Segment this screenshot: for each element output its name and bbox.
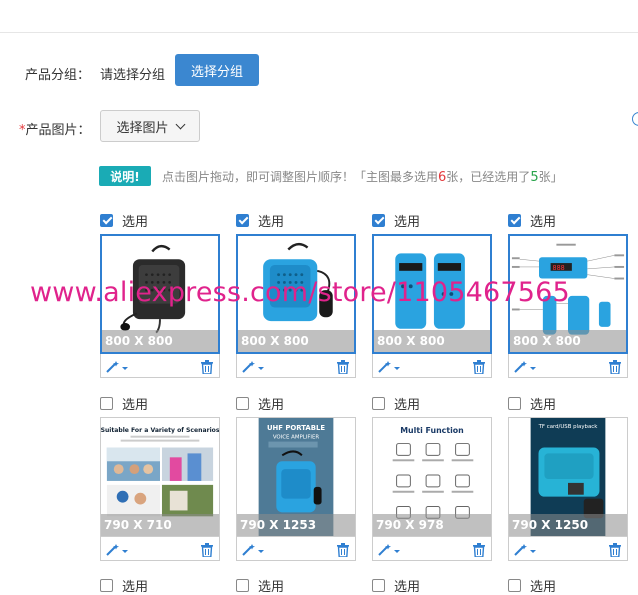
product-image-multi-function[interactable]: Multi Function 790 X 978 (372, 417, 492, 537)
select-checkbox-row[interactable]: 选用 (100, 577, 149, 595)
image-toolbar (100, 537, 220, 561)
magic-wand-icon[interactable] (513, 359, 537, 378)
image-toolbar (372, 354, 492, 378)
select-label: 选用 (530, 397, 557, 413)
image-size-label: 800 X 800 (238, 330, 354, 352)
images-label: *产品图片： (19, 119, 91, 138)
select-images-label: 选择图片 (116, 120, 169, 136)
image-toolbar (236, 537, 356, 561)
select-label: 选用 (122, 579, 149, 595)
magic-wand-icon[interactable] (241, 542, 265, 561)
select-label: 选用 (530, 214, 557, 230)
select-checkbox-row[interactable]: 选用 (508, 577, 557, 595)
image-toolbar (100, 354, 220, 378)
select-images-button[interactable]: 选择图片 (100, 110, 200, 142)
select-checkbox-row[interactable]: 选用 (372, 395, 421, 413)
trash-icon[interactable] (201, 542, 213, 561)
select-label: 选用 (258, 214, 285, 230)
used-count: 5 (530, 170, 539, 185)
notice-part: 张」 (538, 170, 563, 184)
image-toolbar (236, 354, 356, 378)
select-label: 选用 (530, 579, 557, 595)
select-label: 选用 (394, 579, 421, 595)
svg-text:888: 888 (553, 264, 565, 272)
select-checkbox-row[interactable]: 选用 (236, 395, 285, 413)
trash-icon[interactable] (473, 359, 485, 378)
group-placeholder: 请选择分组 (100, 68, 166, 83)
select-label: 选用 (122, 214, 149, 230)
trash-icon[interactable] (609, 542, 621, 561)
image-toolbar (508, 537, 628, 561)
select-checkbox[interactable] (100, 578, 113, 592)
select-checkbox-row[interactable]: 选用 (372, 212, 421, 230)
select-checkbox-row[interactable]: 选用 (236, 212, 285, 230)
select-checkbox[interactable] (236, 578, 249, 592)
magic-wand-icon[interactable] (377, 542, 401, 561)
image-toolbar (372, 537, 492, 561)
watermark: www.aliexpress.com/store/1105467565 (30, 277, 570, 308)
select-checkbox[interactable] (508, 578, 521, 592)
notice-part: 点击图片拖动，即可调整图片顺序！「主图最多选用 (162, 170, 439, 184)
select-checkbox-row[interactable]: 选用 (236, 577, 285, 595)
image-size-label: 790 X 1250 (509, 514, 627, 536)
image-size-label: 790 X 978 (373, 514, 491, 536)
select-checkbox[interactable] (100, 213, 113, 227)
image-size-label: 790 X 710 (101, 514, 219, 536)
magic-wand-icon[interactable] (513, 542, 537, 561)
select-label: 选用 (122, 397, 149, 413)
image-size-label: 800 X 800 (510, 330, 626, 352)
select-checkbox[interactable] (236, 396, 249, 410)
group-label: 产品分组： (25, 68, 91, 83)
images-label-text: 产品图片： (25, 123, 91, 138)
select-checkbox[interactable] (236, 213, 249, 227)
magic-wand-icon[interactable] (105, 359, 129, 378)
svg-text:UHF PORTABLE: UHF PORTABLE (267, 424, 325, 432)
image-size-label: 800 X 800 (102, 330, 218, 352)
product-image-uhf-poster[interactable]: UHF PORTABLE VOICE AMPLIFIER 790 X 1253 (236, 417, 356, 537)
trash-icon[interactable] (337, 542, 349, 561)
select-checkbox-row[interactable]: 选用 (100, 212, 149, 230)
select-label: 选用 (394, 214, 421, 230)
select-checkbox-row[interactable]: 选用 (372, 577, 421, 595)
magic-wand-icon[interactable] (377, 359, 401, 378)
notice-text: 点击图片拖动，即可调整图片顺序！「主图最多选用6张，已经选用了5张」 (162, 168, 563, 185)
select-checkbox[interactable] (372, 213, 385, 227)
select-label: 选用 (258, 579, 285, 595)
trash-icon[interactable] (337, 359, 349, 378)
top-divider (0, 32, 638, 33)
select-group-button[interactable]: 选择分组 (175, 54, 259, 86)
select-checkbox-row[interactable]: 选用 (508, 395, 557, 413)
magic-wand-icon[interactable] (241, 359, 265, 378)
image-size-label: 790 X 1253 (237, 514, 355, 536)
select-label: 选用 (258, 397, 285, 413)
svg-text:VOICE AMPLIFIER: VOICE AMPLIFIER (273, 435, 320, 441)
select-checkbox[interactable] (372, 578, 385, 592)
select-checkbox-row[interactable]: 选用 (508, 212, 557, 230)
magic-wand-icon[interactable] (105, 542, 129, 561)
select-checkbox[interactable] (508, 396, 521, 410)
trash-icon[interactable] (473, 542, 485, 561)
select-checkbox-row[interactable]: 选用 (100, 395, 149, 413)
svg-text:TF card/USB playback: TF card/USB playback (538, 424, 599, 430)
notice-part: 张，已经选用了 (446, 170, 531, 184)
select-checkbox[interactable] (508, 213, 521, 227)
notice-badge: 说明! (99, 166, 151, 186)
svg-text:Multi Function: Multi Function (400, 426, 464, 435)
trash-icon[interactable] (201, 359, 213, 378)
image-toolbar (508, 354, 628, 378)
svg-text:Suitable For a Variety of Scen: Suitable For a Variety of Scenarios (101, 427, 219, 434)
product-image-scenarios[interactable]: Suitable For a Variety of Scenarios 790 X… (100, 417, 220, 537)
select-checkbox[interactable] (372, 396, 385, 410)
select-label: 选用 (394, 397, 421, 413)
info-icon[interactable] (632, 112, 638, 126)
product-image-tf-card[interactable]: TF card/USB playback 790 X 1250 (508, 417, 628, 537)
image-size-label: 800 X 800 (374, 330, 490, 352)
trash-icon[interactable] (609, 359, 621, 378)
chevron-down-icon (175, 119, 185, 129)
select-checkbox[interactable] (100, 396, 113, 410)
